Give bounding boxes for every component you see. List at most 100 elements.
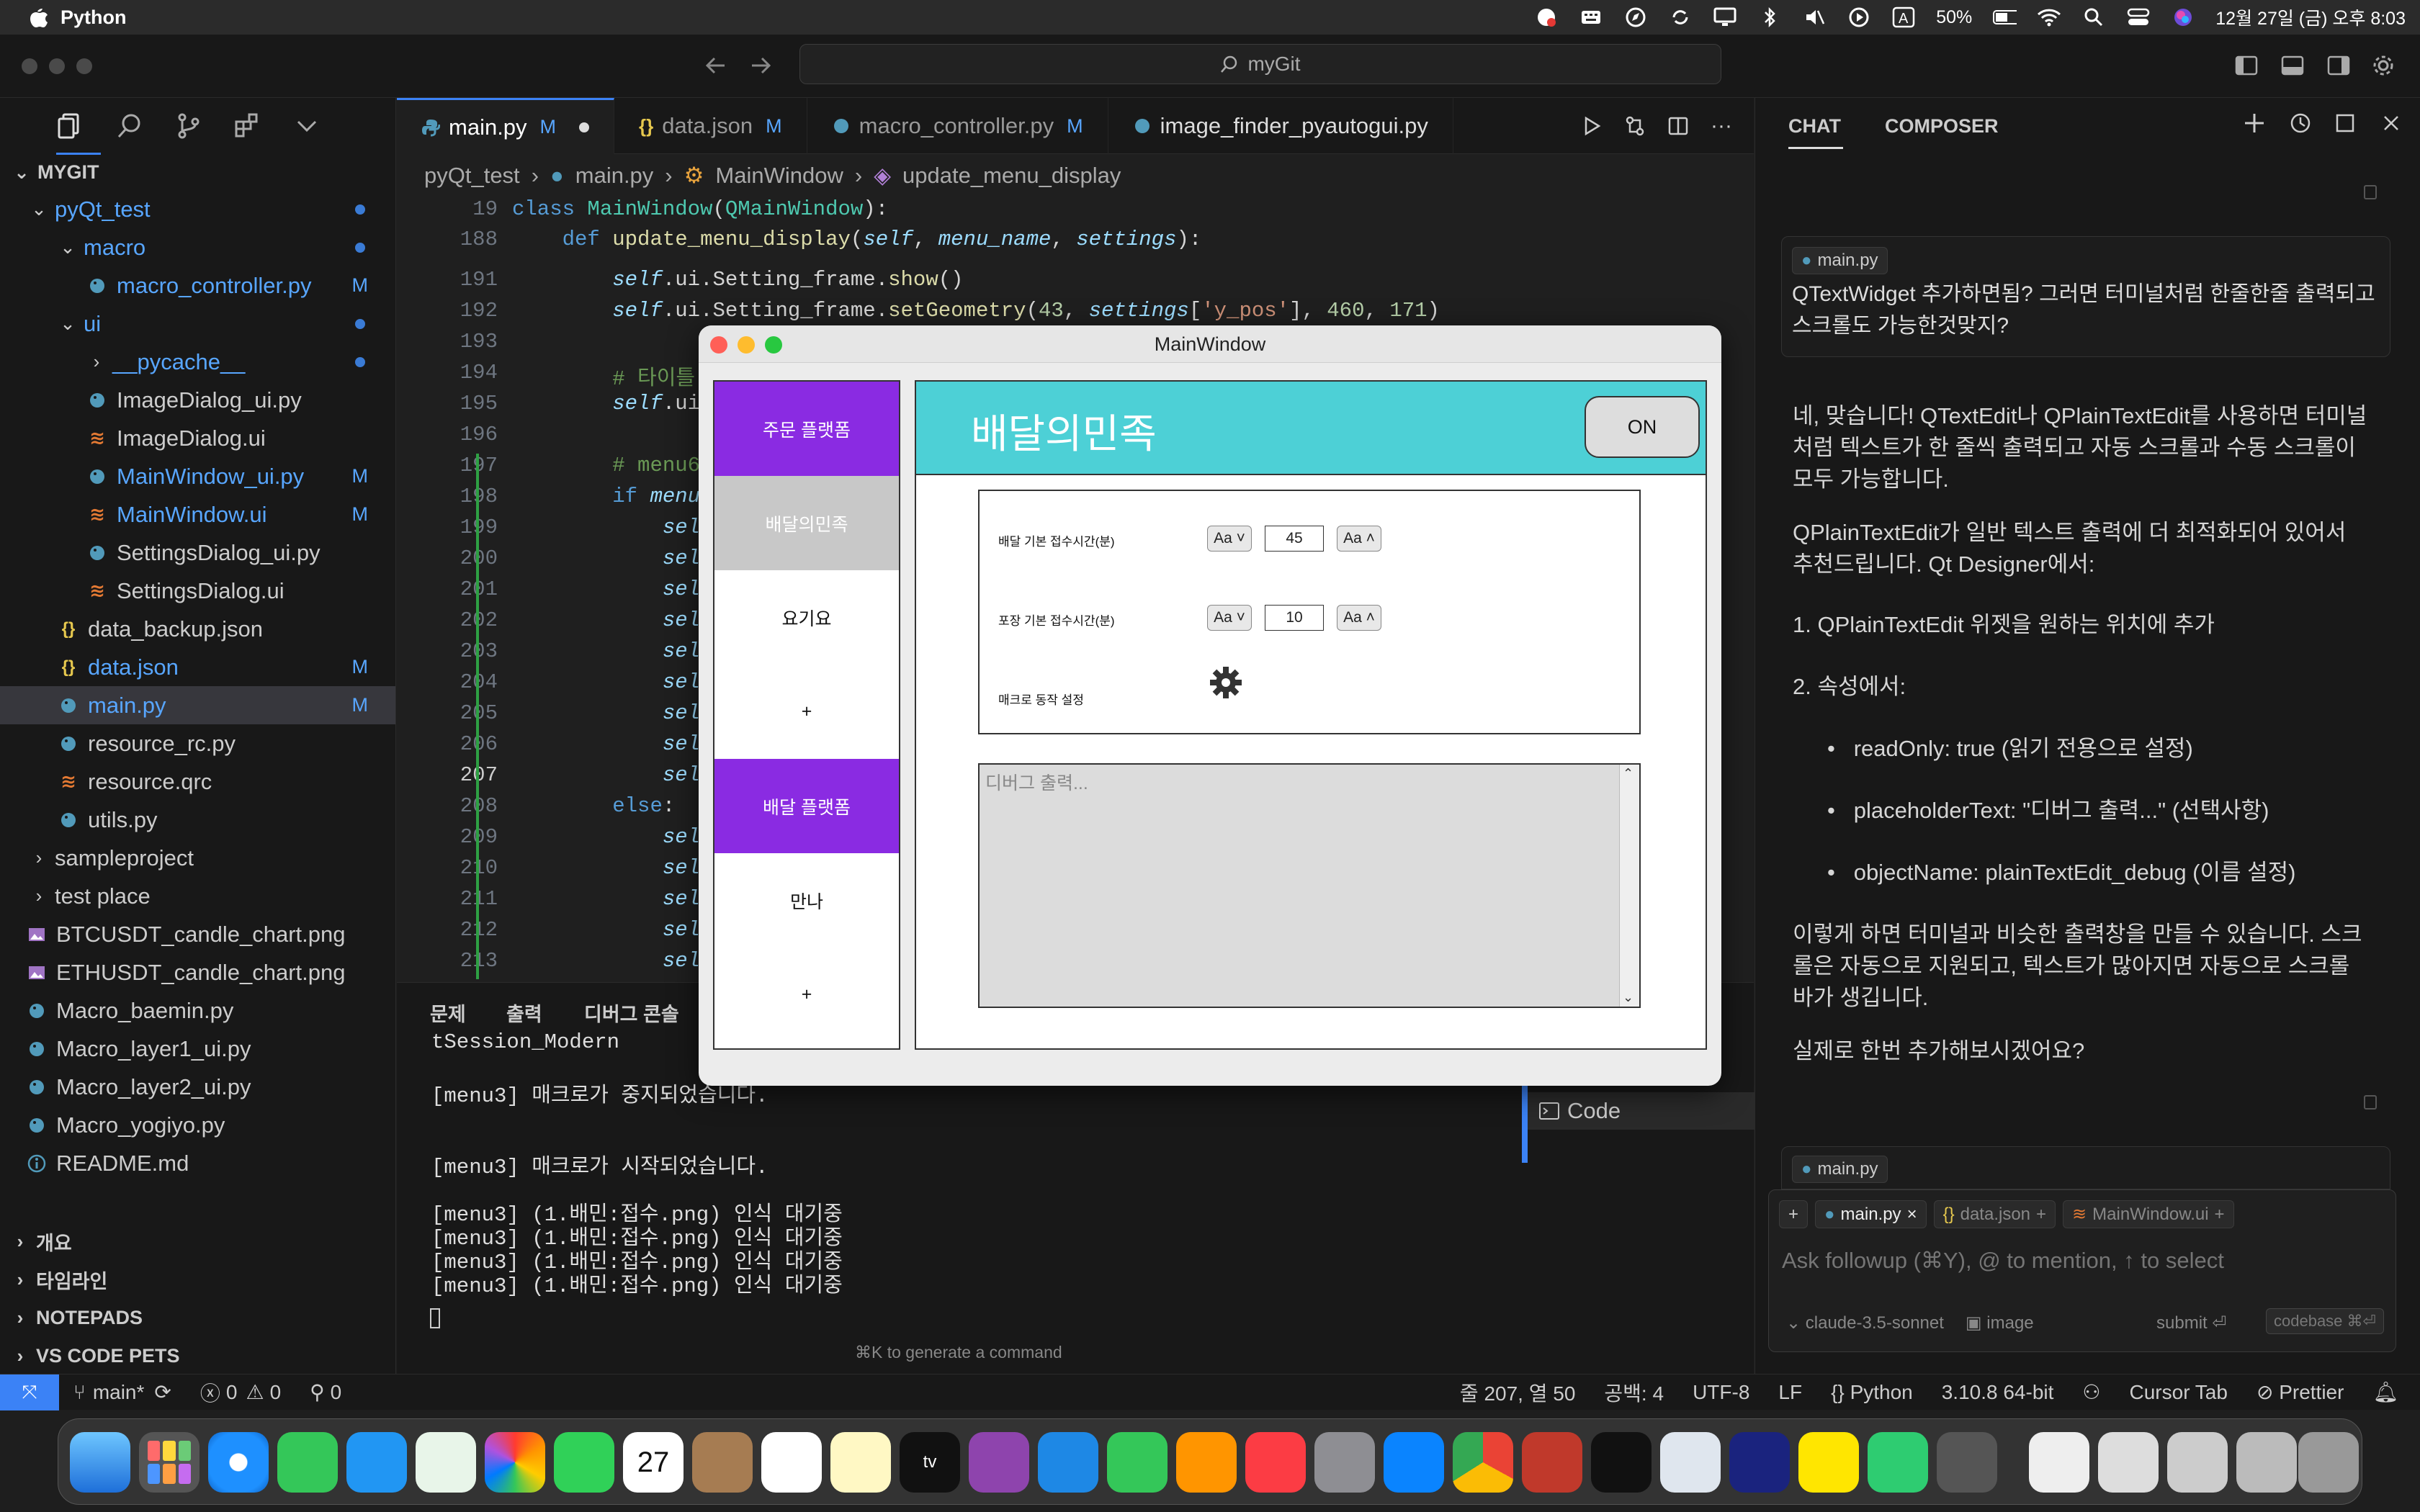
tree-item[interactable]: BTCUSDT_candle_chart.png [0, 915, 395, 953]
mail-icon[interactable] [346, 1432, 407, 1493]
model-selector[interactable]: ⌄ claude-3.5-sonnet [1786, 1313, 1944, 1333]
tree-item[interactable]: ETHUSDT_candle_chart.png [0, 953, 395, 991]
search-icon[interactable] [115, 112, 144, 140]
facetime-icon[interactable] [554, 1432, 614, 1493]
end-of-line[interactable]: LF [1778, 1381, 1802, 1404]
cursor-position[interactable]: 줄 207, 열 50 [1460, 1378, 1576, 1407]
breadcrumb-class[interactable]: MainWindow [715, 163, 843, 189]
panel-tab-problems[interactable]: 문제 [430, 999, 466, 1027]
section-outline[interactable]: › 개요 [0, 1223, 395, 1261]
tree-item[interactable]: › __pycache__ [0, 343, 395, 381]
compare-changes-icon[interactable] [1624, 115, 1646, 137]
chat-followup-input[interactable] [1782, 1241, 2380, 1281]
mute-icon[interactable] [1802, 6, 1827, 28]
codebase-button[interactable]: codebase ⌘⏎ [2266, 1308, 2384, 1334]
tab-data-json[interactable]: {} data.json M [614, 98, 807, 154]
maps-icon[interactable] [416, 1432, 476, 1493]
calendar-icon[interactable]: 27 [623, 1432, 684, 1493]
reminders-icon[interactable] [761, 1432, 822, 1493]
menubar-app-name[interactable]: Python [60, 6, 127, 29]
explorer-files-icon[interactable] [56, 112, 85, 140]
chevron-down-icon[interactable] [292, 112, 321, 140]
tree-item[interactable]: ≋ MainWindow.ui M [0, 495, 395, 534]
breadcrumb-folder[interactable]: pyQt_test [424, 163, 520, 189]
qt-font-up-button[interactable]: Aa ˄ [1337, 526, 1381, 552]
window-zoom-button[interactable] [76, 58, 92, 74]
history-icon[interactable] [2288, 111, 2313, 135]
tree-item[interactable]: SettingsDialog_ui.py [0, 534, 395, 572]
keyboard-viewer-icon[interactable] [2236, 1432, 2297, 1493]
control-center-icon[interactable] [2126, 6, 2151, 28]
terminal-scroll-indicator[interactable] [1522, 1084, 1528, 1163]
extensions-icon[interactable] [233, 112, 262, 140]
qt-menu-add-order[interactable]: + [714, 665, 899, 759]
python-interpreter[interactable]: 3.10.8 64-bit [1942, 1381, 2054, 1404]
tree-item[interactable]: macro_controller.py M [0, 266, 395, 305]
tab-main-py[interactable]: main.py M [397, 98, 615, 154]
context-chip-mainwindow-ui[interactable]: ≋ MainWindow.ui + [2063, 1200, 2234, 1228]
trash-icon[interactable] [2298, 1432, 2359, 1493]
maximize-icon[interactable] [2333, 111, 2357, 135]
messages-icon[interactable] [277, 1432, 338, 1493]
submit-button[interactable]: submit ⏎ [2156, 1313, 2226, 1333]
settings-gear-icon[interactable] [2371, 53, 2396, 78]
context-file-chip[interactable]: ● main.py [1792, 247, 1888, 274]
notes-icon[interactable] [830, 1432, 891, 1493]
launchpad-icon[interactable] [139, 1432, 200, 1493]
terminal-list-item[interactable]: Code [1524, 1092, 1754, 1130]
encoding[interactable]: UTF-8 [1693, 1381, 1749, 1404]
tree-item[interactable]: Macro_layer2_ui.py [0, 1068, 395, 1106]
qt-zoom-button[interactable] [765, 336, 782, 354]
finder-icon[interactable] [70, 1432, 130, 1493]
panel-tab-output[interactable]: 출력 [506, 999, 542, 1027]
display-icon[interactable] [1713, 6, 1737, 28]
forward-arrow-icon[interactable] [749, 53, 774, 78]
pending-context-card[interactable]: ● main.py [1781, 1146, 2390, 1189]
context-chip-data-json[interactable]: {} data.json + [1933, 1200, 2056, 1228]
git-branch[interactable]: main* [93, 1381, 145, 1404]
pending-file-chip[interactable]: ● main.py [1792, 1156, 1888, 1183]
bluetooth-icon[interactable] [1757, 6, 1782, 28]
context-chip-main-py[interactable]: ● main.py × [1815, 1200, 1927, 1228]
menubar-clock[interactable]: 12월 27일 (금) 오후 8:03 [2215, 4, 2406, 30]
siri-icon[interactable] [2171, 6, 2195, 28]
close-icon[interactable] [2379, 111, 2403, 135]
breadcrumb-method[interactable]: update_menu_display [902, 163, 1121, 189]
copilot-icon[interactable]: ⚇ [2082, 1380, 2100, 1404]
system-settings-icon[interactable] [1314, 1432, 1375, 1493]
user-message-card[interactable]: ● main.py QTextWidget 추가하면됨? 그러면 터미널처럼 한줄… [1781, 236, 2390, 357]
simulator-icon[interactable] [1522, 1432, 1582, 1493]
command-center[interactable]: myGit [799, 44, 1721, 84]
battery-icon[interactable] [1992, 6, 2017, 28]
qt-pickup-time-input[interactable]: 10 [1265, 605, 1324, 631]
run-python-icon[interactable] [1581, 115, 1603, 137]
wifi-icon[interactable] [2037, 6, 2061, 28]
language-mode[interactable]: {} Python [1831, 1381, 1913, 1404]
rocket-icon[interactable] [1937, 1432, 1997, 1493]
tree-item[interactable]: Macro_layer1_ui.py [0, 1030, 395, 1068]
tree-item[interactable]: Macro_yogiyo.py [0, 1106, 395, 1144]
tab-image-finder-py[interactable]: image_finder_pyautogui.py [1108, 98, 1453, 154]
app-store-icon[interactable] [1384, 1432, 1444, 1493]
qt-close-button[interactable] [710, 336, 727, 354]
section-vscode-pets[interactable]: › VS CODE PETS [0, 1337, 395, 1375]
pages-icon[interactable] [1176, 1432, 1237, 1493]
breadcrumb-file[interactable]: main.py [575, 163, 654, 189]
qt-on-button[interactable]: ON [1585, 396, 1700, 458]
qt-menu-delivery-platform[interactable]: 배달 플랫폼 [714, 759, 899, 853]
new-chat-icon[interactable] [2242, 111, 2267, 135]
tree-item[interactable]: ≋ ImageDialog.ui [0, 419, 395, 457]
qt-font-down-button[interactable]: Aa ˅ [1207, 526, 1252, 552]
safari-status-icon[interactable] [1623, 6, 1648, 28]
tree-item[interactable]: {} data.json M [0, 648, 395, 686]
tree-item[interactable]: main.py M [0, 686, 395, 724]
kakaotalk-icon[interactable] [1798, 1432, 1859, 1493]
d-app-icon[interactable] [1868, 1432, 1928, 1493]
keynote-icon[interactable] [1038, 1432, 1098, 1493]
tree-item[interactable]: ⌄ pyQt_test [0, 190, 395, 228]
warning-count[interactable]: 0 [270, 1381, 282, 1404]
qt-minimize-button[interactable] [738, 336, 755, 354]
recent-doc-icon[interactable] [2098, 1432, 2159, 1493]
window-minimize-button[interactable] [49, 58, 65, 74]
close-icon[interactable]: × [1907, 1205, 1917, 1225]
